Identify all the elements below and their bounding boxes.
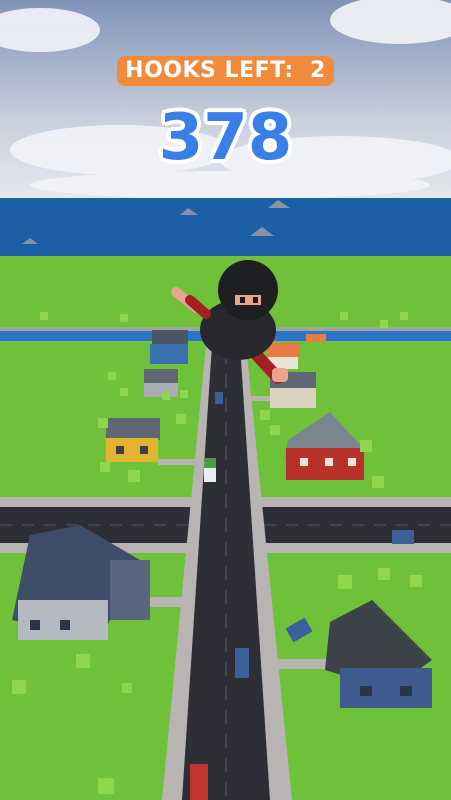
hooks-left-indicator: HOOKS LEFT: 2 <box>0 56 451 86</box>
sea <box>0 198 451 258</box>
score-display: 378 <box>0 98 451 178</box>
hooks-left-count: 2 <box>310 58 326 83</box>
hooks-left-pill: HOOKS LEFT: 2 <box>117 56 334 86</box>
house-yellow <box>106 418 160 462</box>
hooks-left-label: HOOKS LEFT: <box>125 58 294 83</box>
score-value: 378 <box>158 101 293 175</box>
